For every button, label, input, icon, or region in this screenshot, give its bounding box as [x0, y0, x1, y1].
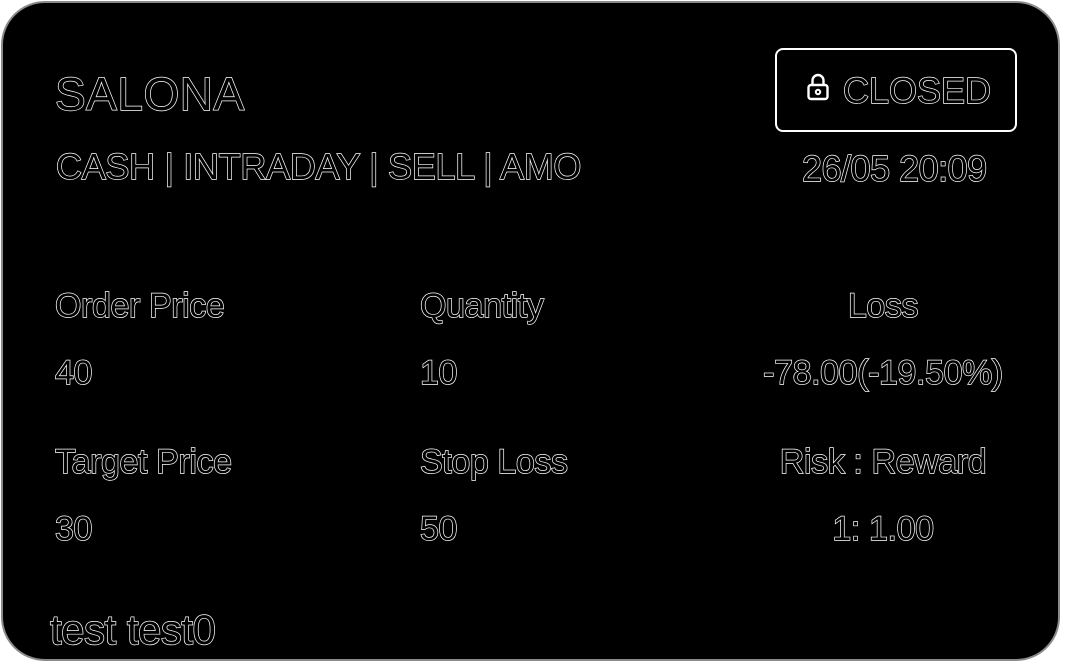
- target-price-value: 30: [54, 509, 93, 548]
- order-meta: CASH | INTRADAY | SELL | AMO: [55, 145, 582, 187]
- status-button[interactable]: CLOSED: [775, 48, 1017, 132]
- symbol-title: SALONA: [54, 67, 245, 120]
- status-label: CLOSED: [842, 69, 992, 111]
- loss-label: Loss: [847, 286, 919, 325]
- risk-reward-label: Risk : Reward: [779, 442, 987, 481]
- user-name: test test0: [49, 605, 216, 653]
- order-price-value: 40: [54, 353, 93, 392]
- risk-reward-value: 1: 1.00: [832, 509, 935, 548]
- stop-loss-label: Stop Loss: [419, 442, 568, 481]
- loss-value: -78.00(-19.50%): [762, 353, 1003, 392]
- order-price-label: Order Price: [54, 286, 225, 325]
- target-price-label: Target Price: [54, 442, 232, 481]
- stop-loss-value: 50: [419, 509, 458, 548]
- lock-icon: [807, 73, 829, 101]
- quantity-value: 10: [419, 353, 458, 392]
- order-card: SALONA CASH | INTRADAY | SELL | AMO CLOS…: [1, 1, 1060, 661]
- quantity-label: Quantity: [419, 286, 544, 325]
- order-datetime: 26/05 20:09: [801, 147, 988, 189]
